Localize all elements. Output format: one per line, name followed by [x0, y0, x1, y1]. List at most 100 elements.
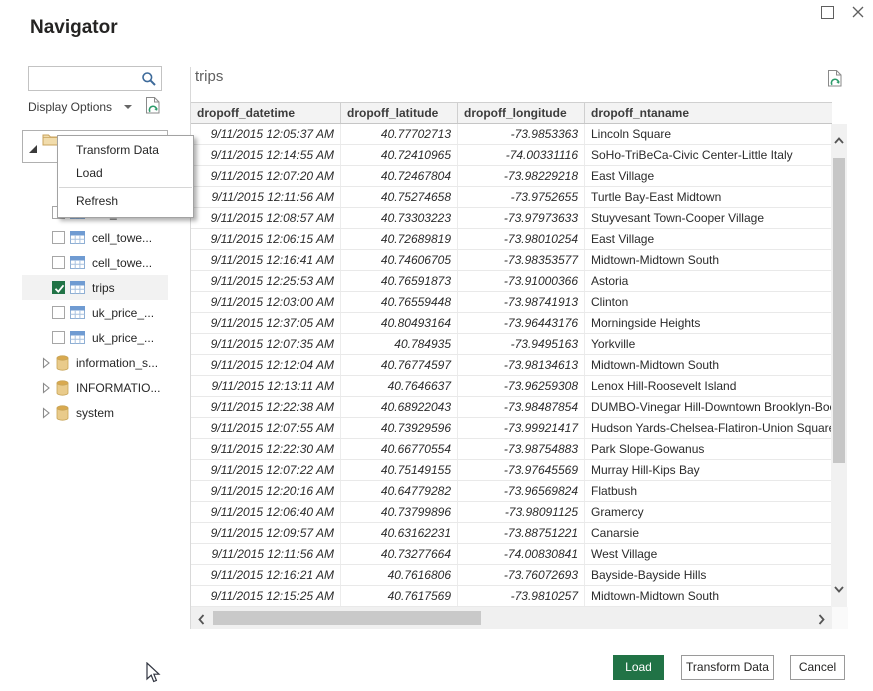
close-icon[interactable]	[850, 4, 866, 20]
chevron-right-icon[interactable]	[42, 382, 51, 394]
column-header-dropoff-datetime[interactable]: dropoff_datetime	[191, 103, 341, 123]
tree-item-database[interactable]: INFORMATIO...	[22, 375, 168, 400]
table-row: 9/11/2015 12:11:56 AM 40.73277664 -74.00…	[191, 544, 832, 565]
scrollbar-corner	[832, 607, 848, 629]
table-row: 9/11/2015 12:13:11 AM 40.7646637 -73.962…	[191, 376, 832, 397]
column-header-dropoff-latitude[interactable]: dropoff_latitude	[341, 103, 458, 123]
column-header-dropoff-ntaname[interactable]: dropoff_ntaname	[585, 103, 832, 123]
chevron-right-icon[interactable]	[42, 357, 51, 369]
cell-dropoff-longitude: -73.98229218	[458, 166, 585, 186]
tree-item-table[interactable]: uk_price_...	[22, 325, 168, 350]
cell-dropoff-latitude: 40.64779282	[341, 481, 458, 501]
scroll-down-icon[interactable]	[834, 580, 844, 598]
cell-dropoff-datetime: 9/11/2015 12:07:22 AM	[191, 460, 341, 480]
scroll-right-icon[interactable]	[818, 612, 825, 630]
menu-item-refresh[interactable]: Refresh	[58, 190, 193, 213]
scroll-up-icon[interactable]	[834, 131, 844, 149]
maximize-icon[interactable]	[821, 6, 834, 19]
search-icon	[141, 71, 157, 92]
column-header-dropoff-longitude[interactable]: dropoff_longitude	[458, 103, 585, 123]
table-row: 9/11/2015 12:07:20 AM 40.72467804 -73.98…	[191, 166, 832, 187]
tree-item-database[interactable]: information_s...	[22, 350, 168, 375]
cell-dropoff-latitude: 40.76559448	[341, 292, 458, 312]
context-menu: Transform Data Load Refresh	[57, 135, 194, 218]
transform-data-button[interactable]: Transform Data	[681, 655, 774, 680]
table-icon	[70, 331, 85, 344]
cell-dropoff-latitude: 40.68922043	[341, 397, 458, 417]
cell-dropoff-datetime: 9/11/2015 12:16:21 AM	[191, 565, 341, 585]
cell-dropoff-longitude: -73.98487854	[458, 397, 585, 417]
cell-dropoff-latitude: 40.73929596	[341, 418, 458, 438]
tree-item-label: cell_towe...	[92, 256, 152, 270]
table-header-row: dropoff_datetime dropoff_latitude dropof…	[191, 102, 832, 124]
cell-dropoff-longitude: -73.98134613	[458, 355, 585, 375]
cell-dropoff-datetime: 9/11/2015 12:07:20 AM	[191, 166, 341, 186]
cell-dropoff-latitude: 40.75274658	[341, 187, 458, 207]
tree-expanded-icon[interactable]	[28, 141, 38, 159]
cell-dropoff-ntaname: Clinton	[585, 292, 832, 312]
chevron-down-icon	[124, 105, 132, 109]
cell-dropoff-datetime: 9/11/2015 12:08:57 AM	[191, 208, 341, 228]
checkbox[interactable]	[52, 256, 65, 269]
dialog-title: Navigator	[30, 17, 118, 39]
tree-item-table[interactable]: cell_towe...	[22, 225, 168, 250]
cell-dropoff-latitude: 40.73277664	[341, 544, 458, 564]
cell-dropoff-ntaname: Midtown-Midtown South	[585, 355, 832, 375]
cell-dropoff-latitude: 40.76591873	[341, 271, 458, 291]
tree-item-table[interactable]: trips	[22, 275, 168, 300]
tree-item-database[interactable]: system	[22, 400, 168, 425]
cell-dropoff-latitude: 40.77702713	[341, 124, 458, 144]
preview-panel: trips dropoff_datetime dropoff_latitude …	[190, 67, 847, 629]
cancel-button[interactable]: Cancel	[790, 655, 845, 680]
cell-dropoff-datetime: 9/11/2015 12:14:55 AM	[191, 145, 341, 165]
table-row: 9/11/2015 12:06:15 AM 40.72689819 -73.98…	[191, 229, 832, 250]
cell-dropoff-latitude: 40.75149155	[341, 460, 458, 480]
cell-dropoff-ntaname: East Village	[585, 166, 832, 186]
cell-dropoff-datetime: 9/11/2015 12:22:38 AM	[191, 397, 341, 417]
checkbox[interactable]	[52, 281, 65, 294]
refresh-preview-icon[interactable]	[145, 96, 162, 122]
checkbox[interactable]	[52, 306, 65, 319]
chevron-right-icon[interactable]	[42, 407, 51, 419]
table-row: 9/11/2015 12:14:55 AM 40.72410965 -74.00…	[191, 145, 832, 166]
cell-dropoff-latitude: 40.76774597	[341, 355, 458, 375]
checkbox[interactable]	[52, 331, 65, 344]
vertical-scrollbar[interactable]	[831, 124, 847, 607]
table-row: 9/11/2015 12:22:30 AM 40.66770554 -73.98…	[191, 439, 832, 460]
cell-dropoff-longitude: -73.88751221	[458, 523, 585, 543]
horizontal-scrollbar[interactable]	[191, 607, 832, 629]
menu-item-load[interactable]: Load	[58, 162, 193, 185]
tree-item-label: uk_price_...	[92, 306, 154, 320]
cell-dropoff-ntaname: Yorkville	[585, 334, 832, 354]
checkbox[interactable]	[52, 231, 65, 244]
tree-item-table[interactable]: uk_price_...	[22, 300, 168, 325]
cell-dropoff-ntaname: Morningside Heights	[585, 313, 832, 333]
search-input[interactable]	[33, 68, 137, 89]
cell-dropoff-ntaname: Park Slope-Gowanus	[585, 439, 832, 459]
refresh-preview-icon[interactable]	[827, 69, 844, 95]
table-row: 9/11/2015 12:08:57 AM 40.73303223 -73.97…	[191, 208, 832, 229]
cell-dropoff-ntaname: Canarsie	[585, 523, 832, 543]
tree-item-table[interactable]: cell_towe...	[22, 250, 168, 275]
cell-dropoff-longitude: -73.9810257	[458, 586, 585, 606]
preview-title: trips	[195, 68, 223, 85]
navigator-dialog: Navigator Display Options	[0, 0, 873, 691]
cell-dropoff-datetime: 9/11/2015 12:16:41 AM	[191, 250, 341, 270]
cell-dropoff-longitude: -73.99921417	[458, 418, 585, 438]
cell-dropoff-longitude: -73.96259308	[458, 376, 585, 396]
menu-item-transform-data[interactable]: Transform Data	[58, 139, 193, 162]
scroll-left-icon[interactable]	[198, 612, 205, 630]
cell-dropoff-datetime: 9/11/2015 12:12:04 AM	[191, 355, 341, 375]
cell-dropoff-longitude: -73.9853363	[458, 124, 585, 144]
cell-dropoff-longitude: -73.98353577	[458, 250, 585, 270]
cell-dropoff-datetime: 9/11/2015 12:06:40 AM	[191, 502, 341, 522]
preview-table: dropoff_datetime dropoff_latitude dropof…	[191, 102, 832, 607]
cell-dropoff-ntaname: Stuyvesant Town-Cooper Village	[585, 208, 832, 228]
load-button[interactable]: Load	[613, 655, 664, 680]
cell-dropoff-latitude: 40.73303223	[341, 208, 458, 228]
table-row: 9/11/2015 12:07:22 AM 40.75149155 -73.97…	[191, 460, 832, 481]
horizontal-scroll-thumb[interactable]	[213, 611, 481, 625]
vertical-scroll-thumb[interactable]	[833, 158, 845, 463]
cell-dropoff-datetime: 9/11/2015 12:15:25 AM	[191, 586, 341, 606]
table-icon	[70, 306, 85, 319]
